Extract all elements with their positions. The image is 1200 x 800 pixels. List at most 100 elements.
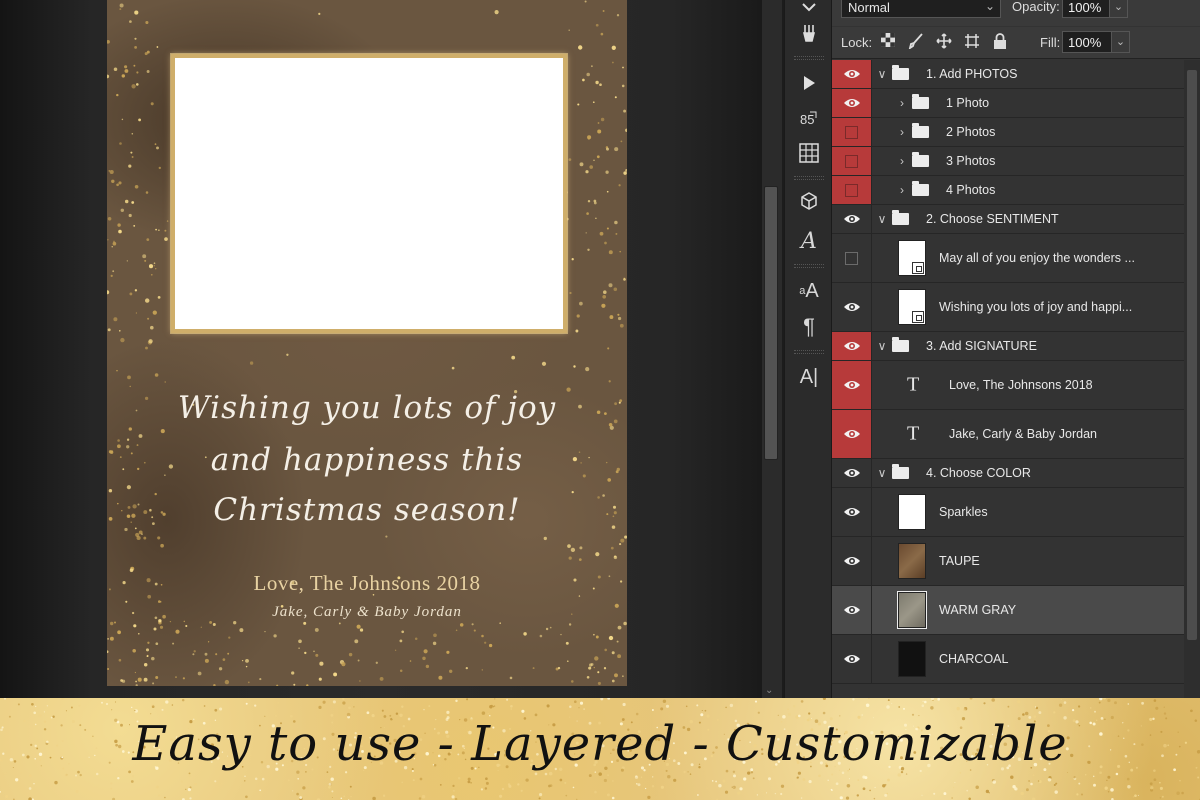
- eye-icon[interactable]: [832, 332, 872, 360]
- 3d-cube-icon[interactable]: [785, 186, 833, 216]
- canvas-area[interactable]: Wishing you lots of joy and happiness th…: [0, 0, 762, 698]
- eye-icon[interactable]: [832, 283, 872, 331]
- signature-text: Love, The Johnsons 2018: [253, 571, 481, 595]
- photo-placeholder[interactable]: [171, 54, 567, 333]
- blend-mode-select[interactable]: Normal ⌄: [841, 0, 1001, 18]
- chevron-right-icon[interactable]: ›: [896, 183, 908, 197]
- canvas-scrollbar[interactable]: ⌄: [762, 0, 782, 698]
- layer-name: May all of you enjoy the wonders ...: [939, 251, 1135, 265]
- layer-thumbnail[interactable]: [898, 543, 926, 579]
- folder-icon: [912, 94, 929, 109]
- eye-icon[interactable]: [832, 537, 872, 585]
- chevron-right-icon[interactable]: ›: [896, 154, 908, 168]
- opacity-label: Opacity:: [1012, 0, 1060, 14]
- layers-list[interactable]: ∨ 1. Add PHOTOS › 1 Photo › 2 Photos › 3 Photos…: [832, 60, 1184, 698]
- fill-input[interactable]: 100%: [1062, 31, 1112, 53]
- layer-group-row[interactable]: › 1 Photo: [832, 89, 1184, 118]
- layer-group-row[interactable]: › 4 Photos: [832, 176, 1184, 205]
- chevron-down-icon[interactable]: ∨: [876, 212, 888, 226]
- layer-group-row[interactable]: › 3 Photos: [832, 147, 1184, 176]
- layer-name: 4 Photos: [946, 183, 996, 197]
- folder-icon: [912, 123, 929, 138]
- chevron-down-icon[interactable]: ∨: [876, 466, 888, 480]
- layer-group-row[interactable]: ∨ 3. Add SIGNATURE: [832, 332, 1184, 361]
- sentiment-line-1: Wishing you lots of joy: [177, 390, 557, 426]
- layer-name: Love, The Johnsons 2018: [949, 378, 1093, 392]
- clone-source-icon[interactable]: [785, 18, 833, 48]
- eye-icon[interactable]: [832, 89, 872, 117]
- folder-icon: [892, 337, 909, 352]
- visibility-toggle[interactable]: [832, 234, 872, 282]
- layer-row[interactable]: T Love, The Johnsons 2018: [832, 361, 1184, 410]
- layer-row[interactable]: TAUPE: [832, 537, 1184, 586]
- visibility-toggle[interactable]: [832, 118, 872, 146]
- layer-group-row[interactable]: › 2 Photos: [832, 118, 1184, 147]
- layers-panel: Normal ⌄ Opacity: 100% ⌄ Lock: Fill: 100…: [832, 0, 1200, 698]
- grid-icon[interactable]: [785, 138, 833, 168]
- fill-dropdown[interactable]: ⌄: [1112, 31, 1130, 53]
- chevron-down-icon[interactable]: ⌄: [765, 685, 773, 696]
- eye-icon[interactable]: [832, 586, 872, 634]
- layer-group-row[interactable]: ∨ 2. Choose SENTIMENT: [832, 205, 1184, 234]
- layer-thumbnail[interactable]: [897, 591, 927, 629]
- layer-row[interactable]: T Jake, Carly & Baby Jordan: [832, 410, 1184, 459]
- layer-thumbnail[interactable]: [898, 240, 926, 276]
- eye-icon[interactable]: [832, 488, 872, 536]
- layer-row[interactable]: CHARCOAL: [832, 635, 1184, 684]
- svg-text:85: 85: [800, 112, 814, 127]
- lock-position-icon[interactable]: [934, 33, 954, 53]
- feature-banner: Easy to use - Layered - Customizable: [0, 698, 1200, 800]
- canvas-scroll-thumb[interactable]: [764, 186, 778, 460]
- christmas-card[interactable]: Wishing you lots of joy and happiness th…: [107, 0, 627, 686]
- folder-icon: [912, 152, 929, 167]
- eye-icon[interactable]: [832, 410, 872, 458]
- lock-transparent-pixels-icon[interactable]: [878, 33, 898, 51]
- layer-thumbnail[interactable]: [898, 641, 926, 677]
- layer-name: 3. Add SIGNATURE: [926, 339, 1037, 353]
- opacity-dropdown[interactable]: ⌄: [1110, 0, 1128, 18]
- layer-group-row[interactable]: ∨ 1. Add PHOTOS: [832, 60, 1184, 89]
- opacity-input[interactable]: 100%: [1062, 0, 1110, 18]
- layer-name: WARM GRAY: [939, 603, 1017, 617]
- layer-group-row[interactable]: ∨ 4. Choose COLOR: [832, 459, 1184, 488]
- layer-name: CHARCOAL: [939, 652, 1009, 666]
- eye-icon[interactable]: [832, 361, 872, 409]
- layer-row[interactable]: WARM GRAY: [832, 586, 1184, 635]
- chevron-right-icon[interactable]: ›: [896, 125, 908, 139]
- folder-icon: [892, 210, 909, 225]
- lock-bar: Lock: Fill: 100% ⌄: [832, 27, 1200, 59]
- layer-thumbnail[interactable]: [898, 494, 926, 530]
- layer-name: 1 Photo: [946, 96, 990, 110]
- history-brush-icon[interactable]: 85: [785, 104, 833, 134]
- text-layer-icon: T: [907, 373, 920, 396]
- lock-artboard-icon[interactable]: [962, 33, 982, 53]
- layer-name: TAUPE: [939, 554, 980, 568]
- eye-icon[interactable]: [832, 60, 872, 88]
- chevron-down-icon: ⌄: [984, 0, 995, 13]
- text-cursor-icon[interactable]: A|: [785, 362, 833, 392]
- character-icon[interactable]: A: [785, 226, 833, 256]
- visibility-toggle[interactable]: [832, 176, 872, 204]
- paragraph-icon[interactable]: ¶: [785, 312, 833, 342]
- layers-scrollbar[interactable]: [1184, 60, 1200, 698]
- paragraph-style-icon[interactable]: aA: [785, 276, 833, 306]
- folder-icon: [912, 181, 929, 196]
- layer-row[interactable]: Sparkles: [832, 488, 1184, 537]
- eye-icon[interactable]: [832, 459, 872, 487]
- eye-icon[interactable]: [832, 635, 872, 683]
- layers-scroll-thumb[interactable]: [1187, 70, 1197, 640]
- layer-row[interactable]: May all of you enjoy the wonders ...: [832, 234, 1184, 283]
- text-layer-icon: T: [907, 422, 920, 445]
- visibility-toggle[interactable]: [832, 147, 872, 175]
- chevron-down-icon[interactable]: ∨: [876, 339, 888, 353]
- lock-all-icon[interactable]: [990, 33, 1010, 53]
- chevron-down-icon[interactable]: ∨: [876, 67, 888, 81]
- lock-image-pixels-icon[interactable]: [906, 33, 926, 53]
- names-text: Jake, Carly & Baby Jordan: [272, 604, 462, 620]
- chevron-right-icon[interactable]: ›: [896, 96, 908, 110]
- play-icon[interactable]: [785, 68, 833, 98]
- layer-row[interactable]: Wishing you lots of joy and happi...: [832, 283, 1184, 332]
- layer-thumbnail[interactable]: [898, 289, 926, 325]
- eye-icon[interactable]: [832, 205, 872, 233]
- folder-icon: [892, 464, 909, 479]
